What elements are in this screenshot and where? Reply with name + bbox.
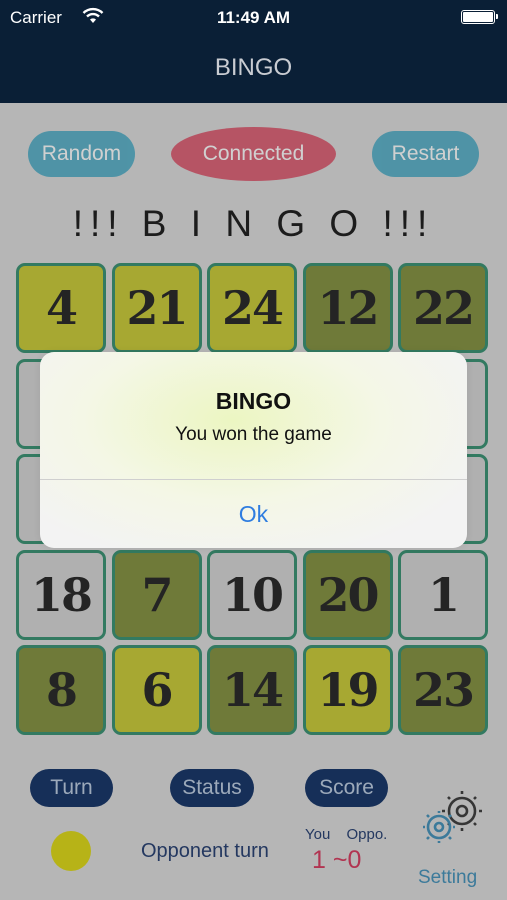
alert-dialog: BINGO You won the game Ok (40, 352, 467, 548)
ok-button[interactable]: Ok (40, 480, 467, 548)
status-bar: Carrier 11:49 AM (0, 0, 507, 36)
nav-bar: BINGO (0, 36, 507, 103)
nav-title: BINGO (214, 54, 293, 81)
alert-message: You won the game (175, 424, 332, 445)
clock: 11:49 AM (216, 8, 291, 27)
alert-title: BINGO (215, 388, 292, 414)
battery-icon (461, 10, 498, 24)
